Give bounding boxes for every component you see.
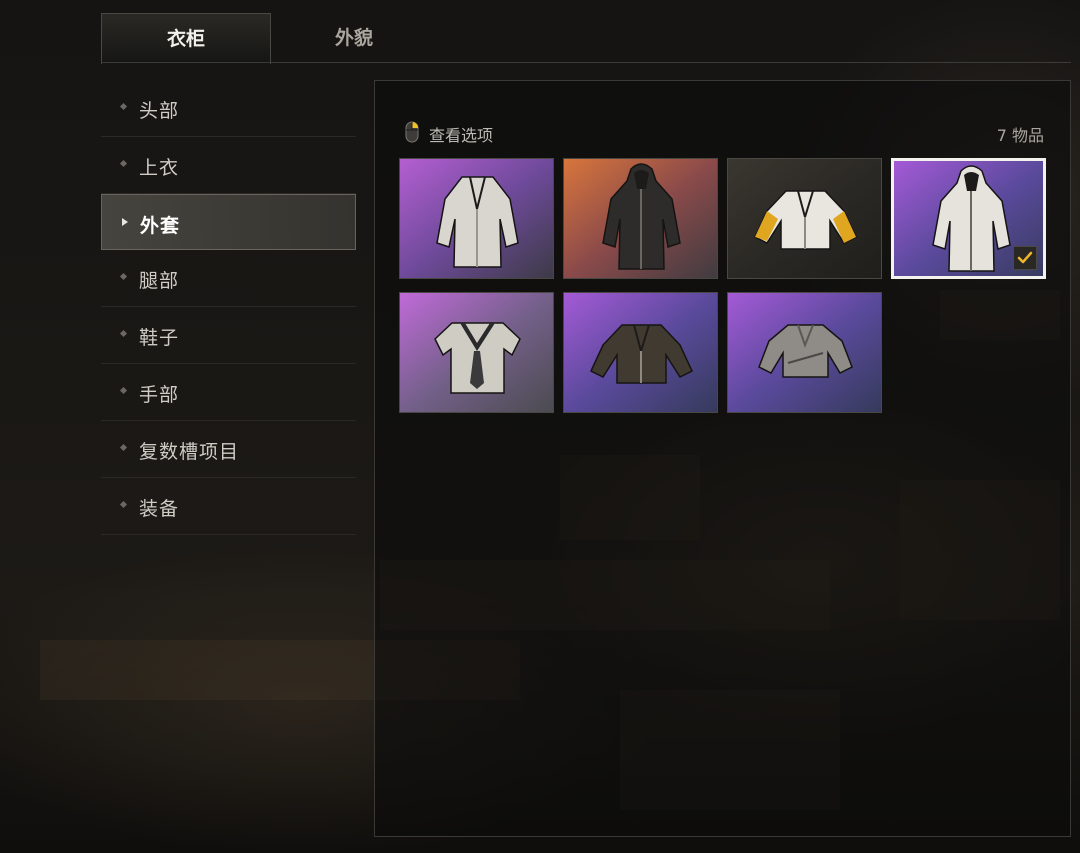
item-card-white-long-coat[interactable]	[399, 158, 554, 279]
diamond-bullet-icon	[119, 500, 128, 509]
sidebar-item-hands[interactable]: 手部	[101, 364, 356, 421]
tabs-divider	[101, 62, 1071, 63]
sidebar-item-multi-slot[interactable]: 复数槽项目	[101, 421, 356, 478]
sidebar-item-label: 外套	[140, 215, 181, 237]
game-inventory-screen: 衣柜 外貌 头部 上衣 外套 腿部 鞋子 手部 复数槽项目 装备 查看选项 7 …	[0, 0, 1080, 853]
item-card-gray-cropped-jacket[interactable]	[727, 292, 882, 413]
sidebar-item-label: 鞋子	[139, 327, 180, 349]
sidebar-item-label: 头部	[139, 100, 180, 122]
sidebar-item-label: 上衣	[139, 157, 180, 179]
item-thumbnail	[400, 159, 553, 278]
item-count: 7 物品	[996, 126, 1044, 145]
tab-wardrobe[interactable]: 衣柜	[101, 13, 271, 64]
diamond-bullet-icon	[119, 102, 128, 111]
view-options-label: 查看选项	[429, 126, 494, 145]
item-card-white-hooded-coat[interactable]	[891, 158, 1046, 279]
sidebar-item-label: 复数槽项目	[139, 441, 240, 463]
mouse-icon	[405, 121, 419, 143]
item-thumbnail	[400, 293, 553, 412]
tab-appearance[interactable]: 外貌	[269, 13, 439, 63]
sidebar-item-label: 手部	[139, 384, 180, 406]
category-sidebar: 头部 上衣 外套 腿部 鞋子 手部 复数槽项目 装备	[101, 80, 356, 535]
sidebar-item-head[interactable]: 头部	[101, 80, 356, 137]
diamond-bullet-icon	[119, 272, 128, 281]
sidebar-item-outerwear[interactable]: 外套	[101, 194, 356, 250]
item-card-black-hooded-coat[interactable]	[563, 158, 718, 279]
item-card-yellow-white-jacket[interactable]	[727, 158, 882, 279]
item-thumbnail	[728, 293, 881, 412]
checkmark-icon	[1013, 246, 1037, 270]
sidebar-item-label: 腿部	[139, 270, 180, 292]
items-panel: 查看选项 7 物品	[374, 80, 1071, 837]
item-thumbnail	[564, 159, 717, 278]
sidebar-item-gear[interactable]: 装备	[101, 478, 356, 535]
sidebar-item-legs[interactable]: 腿部	[101, 250, 356, 307]
item-thumbnail	[564, 293, 717, 412]
diamond-bullet-icon	[119, 329, 128, 338]
diamond-bullet-icon	[119, 443, 128, 452]
sidebar-item-top[interactable]: 上衣	[101, 137, 356, 194]
sidebar-item-label: 装备	[139, 498, 180, 520]
diamond-bullet-icon	[119, 386, 128, 395]
item-card-sailor-top[interactable]	[399, 292, 554, 413]
top-tabs: 衣柜 外貌	[101, 13, 1071, 64]
triangle-right-icon	[122, 218, 128, 226]
item-card-studded-leather-jacket[interactable]	[563, 292, 718, 413]
item-thumbnail	[728, 159, 881, 278]
diamond-bullet-icon	[119, 159, 128, 168]
sidebar-item-shoes[interactable]: 鞋子	[101, 307, 356, 364]
